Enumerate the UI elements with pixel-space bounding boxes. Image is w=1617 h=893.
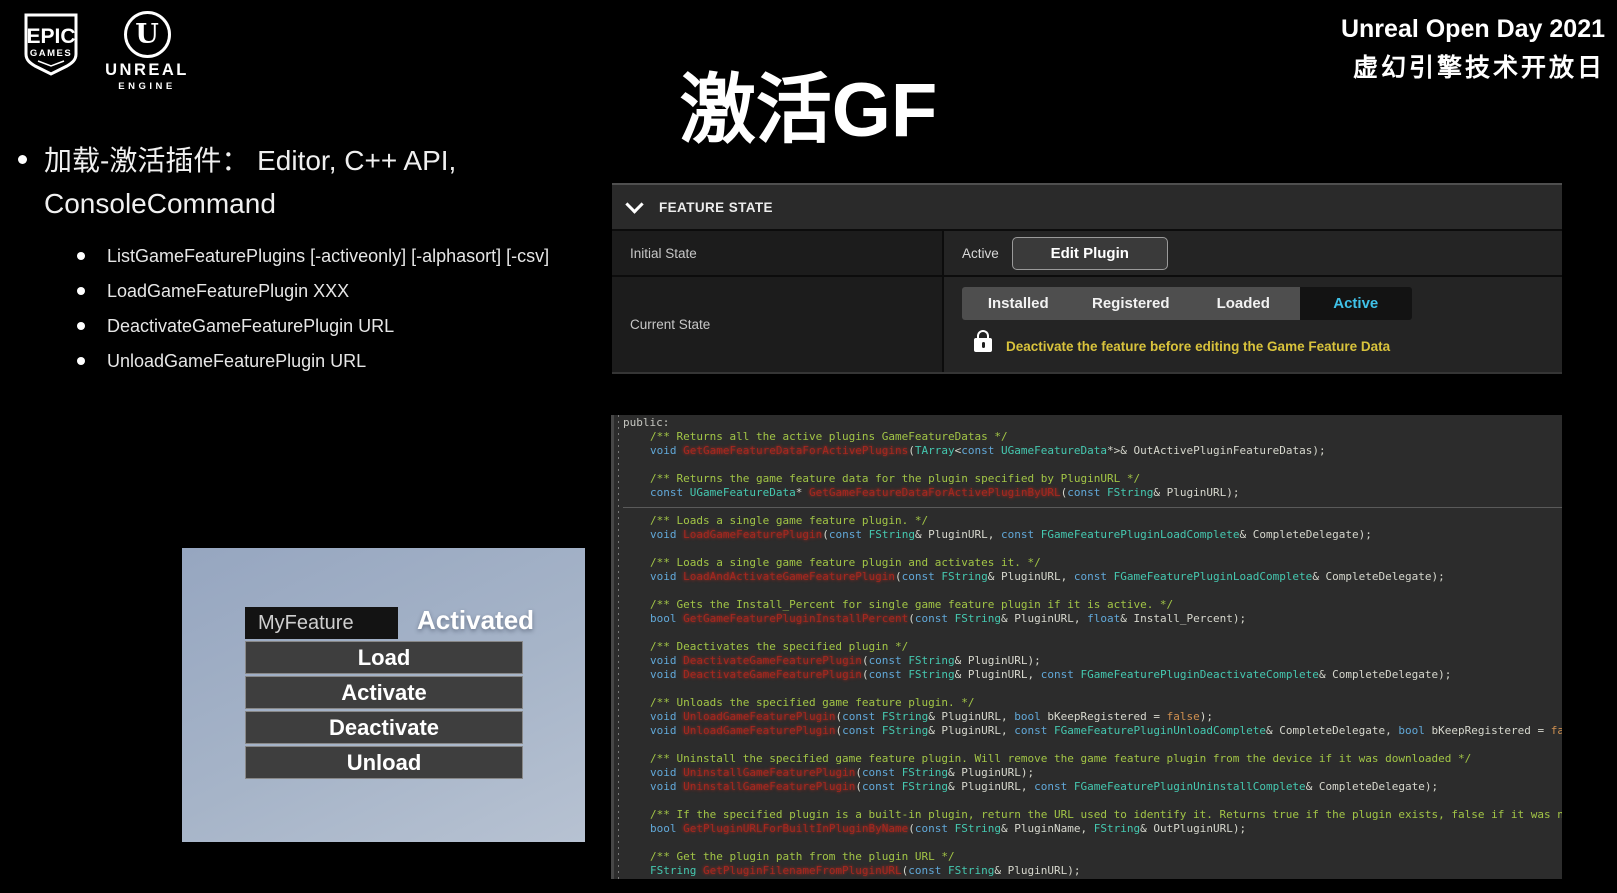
code-line: bool GetGameFeaturePluginInstallPercent(… xyxy=(623,612,1562,626)
code-line xyxy=(623,500,1562,514)
feature-state-title: FEATURE STATE xyxy=(659,200,773,215)
code-line: /** If the specified plugin is a built-i… xyxy=(623,808,1562,822)
menu-button-load[interactable]: Load xyxy=(245,641,523,674)
state-segment-registered[interactable]: Registered xyxy=(1075,287,1188,320)
feature-name-box: MyFeature xyxy=(245,607,398,639)
code-line xyxy=(623,738,1562,752)
code-line xyxy=(623,794,1562,808)
sub-bullet-item: UnloadGameFeaturePlugin URL xyxy=(77,352,549,370)
slide-root: EPIC GAMES U UNREAL ENGINE Unreal Open D… xyxy=(0,0,1617,893)
state-segment-active[interactable]: Active xyxy=(1300,287,1413,320)
state-segment-installed[interactable]: Installed xyxy=(962,287,1075,320)
sub-bullet-item: LoadGameFeaturePlugin XXX xyxy=(77,282,549,300)
main-bullet-line1: 加载-激活插件： Editor, C++ API, xyxy=(44,139,456,182)
code-line xyxy=(623,836,1562,850)
initial-state-row: Active Edit Plugin xyxy=(944,231,1562,277)
feature-state-label-column: Initial State Current State xyxy=(612,231,944,372)
code-line: /** Deactivates the specified plugin */ xyxy=(623,640,1562,654)
feature-warning: Deactivate the feature before editing th… xyxy=(974,329,1390,354)
code-line: void UnloadGameFeaturePlugin(const FStri… xyxy=(623,724,1562,738)
epic-logo-text: EPIC xyxy=(26,25,75,48)
feature-state-body: Initial State Current State Active Edit … xyxy=(612,231,1562,372)
sub-bullet-list: ListGameFeaturePlugins [-activeonly] [-a… xyxy=(77,247,549,387)
event-title-line1: Unreal Open Day 2021 xyxy=(1341,15,1605,44)
initial-state-value: Active xyxy=(962,246,999,261)
code-line xyxy=(623,626,1562,640)
feature-state-header[interactable]: FEATURE STATE xyxy=(612,185,1562,231)
code-line: public: xyxy=(623,416,1562,430)
code-line: /** Unloads the specified game feature p… xyxy=(623,696,1562,710)
code-line: /** Returns all the active plugins GameF… xyxy=(623,430,1562,444)
feature-state-panel: FEATURE STATE Initial State Current Stat… xyxy=(612,183,1562,374)
code-line: bool GetPluginURLForBuiltInPluginByName(… xyxy=(623,822,1562,836)
code-line: FString GetPluginFilenameFromPluginURL(c… xyxy=(623,864,1562,878)
code-line: void LoadAndActivateGameFeaturePlugin(co… xyxy=(623,570,1562,584)
menu-button-deactivate[interactable]: Deactivate xyxy=(245,711,523,744)
code-line: /** Loads a single game feature plugin. … xyxy=(623,514,1562,528)
main-bullet-line2: ConsoleCommand xyxy=(44,182,456,225)
menu-button-activate[interactable]: Activate xyxy=(245,676,523,709)
code-line xyxy=(623,584,1562,598)
state-segment-loaded[interactable]: Loaded xyxy=(1187,287,1300,320)
menu-button-unload[interactable]: Unload xyxy=(245,746,523,779)
code-line: void GetGameFeatureDataForActivePlugins(… xyxy=(623,444,1562,458)
feature-context-menu-screenshot: MyFeature Activated LoadActivateDeactiva… xyxy=(182,548,585,842)
code-line: void UninstallGameFeaturePlugin(const FS… xyxy=(623,780,1562,794)
code-line: /** Returns the game feature data for th… xyxy=(623,472,1562,486)
sub-bullet-item: DeactivateGameFeaturePlugin URL xyxy=(77,317,549,335)
code-line: void DeactivateGameFeaturePlugin(const F… xyxy=(623,668,1562,682)
unreal-u-glyph: U xyxy=(135,19,159,50)
code-line xyxy=(623,682,1562,696)
code-line xyxy=(623,458,1562,472)
code-line: /** Gets the Install_Percent for single … xyxy=(623,598,1562,612)
code-line: /** Uninstall the specified game feature… xyxy=(623,752,1562,766)
feature-status-label: Activated xyxy=(417,605,534,636)
code-line: void DeactivateGameFeaturePlugin(const F… xyxy=(623,654,1562,668)
feature-menu-buttons: LoadActivateDeactivateUnload xyxy=(245,641,523,781)
code-line: void UninstallGameFeaturePlugin(const FS… xyxy=(623,766,1562,780)
code-line: /** Get the plugin path from the plugin … xyxy=(623,850,1562,864)
initial-state-label: Initial State xyxy=(612,231,942,277)
code-block: public:/** Returns all the active plugin… xyxy=(611,415,1562,879)
code-line: void UnloadGameFeaturePlugin(const FStri… xyxy=(623,710,1562,724)
main-bullet-text: 加载-激活插件： Editor, C++ API, ConsoleCommand xyxy=(44,139,456,225)
feature-state-value-column: Active Edit Plugin InstalledRegisteredLo… xyxy=(944,231,1562,372)
code-line: /** Loads a single game feature plugin a… xyxy=(623,556,1562,570)
lock-icon xyxy=(974,338,992,352)
sub-bullet-item: ListGameFeaturePlugins [-activeonly] [-a… xyxy=(77,247,549,265)
code-line xyxy=(623,542,1562,556)
chevron-down-icon[interactable] xyxy=(625,195,643,213)
code-line: const UGameFeatureData* GetGameFeatureDa… xyxy=(623,486,1562,500)
current-state-label: Current State xyxy=(612,277,942,372)
warning-text: Deactivate the feature before editing th… xyxy=(1006,339,1390,354)
edit-plugin-button[interactable]: Edit Plugin xyxy=(1012,237,1168,270)
bullet-dot xyxy=(18,155,27,164)
current-state-row: InstalledRegisteredLoadedActive Deactiva… xyxy=(944,277,1562,372)
state-segmented-control: InstalledRegisteredLoadedActive xyxy=(962,287,1412,320)
code-line: void LoadGameFeaturePlugin(const FString… xyxy=(623,528,1562,542)
